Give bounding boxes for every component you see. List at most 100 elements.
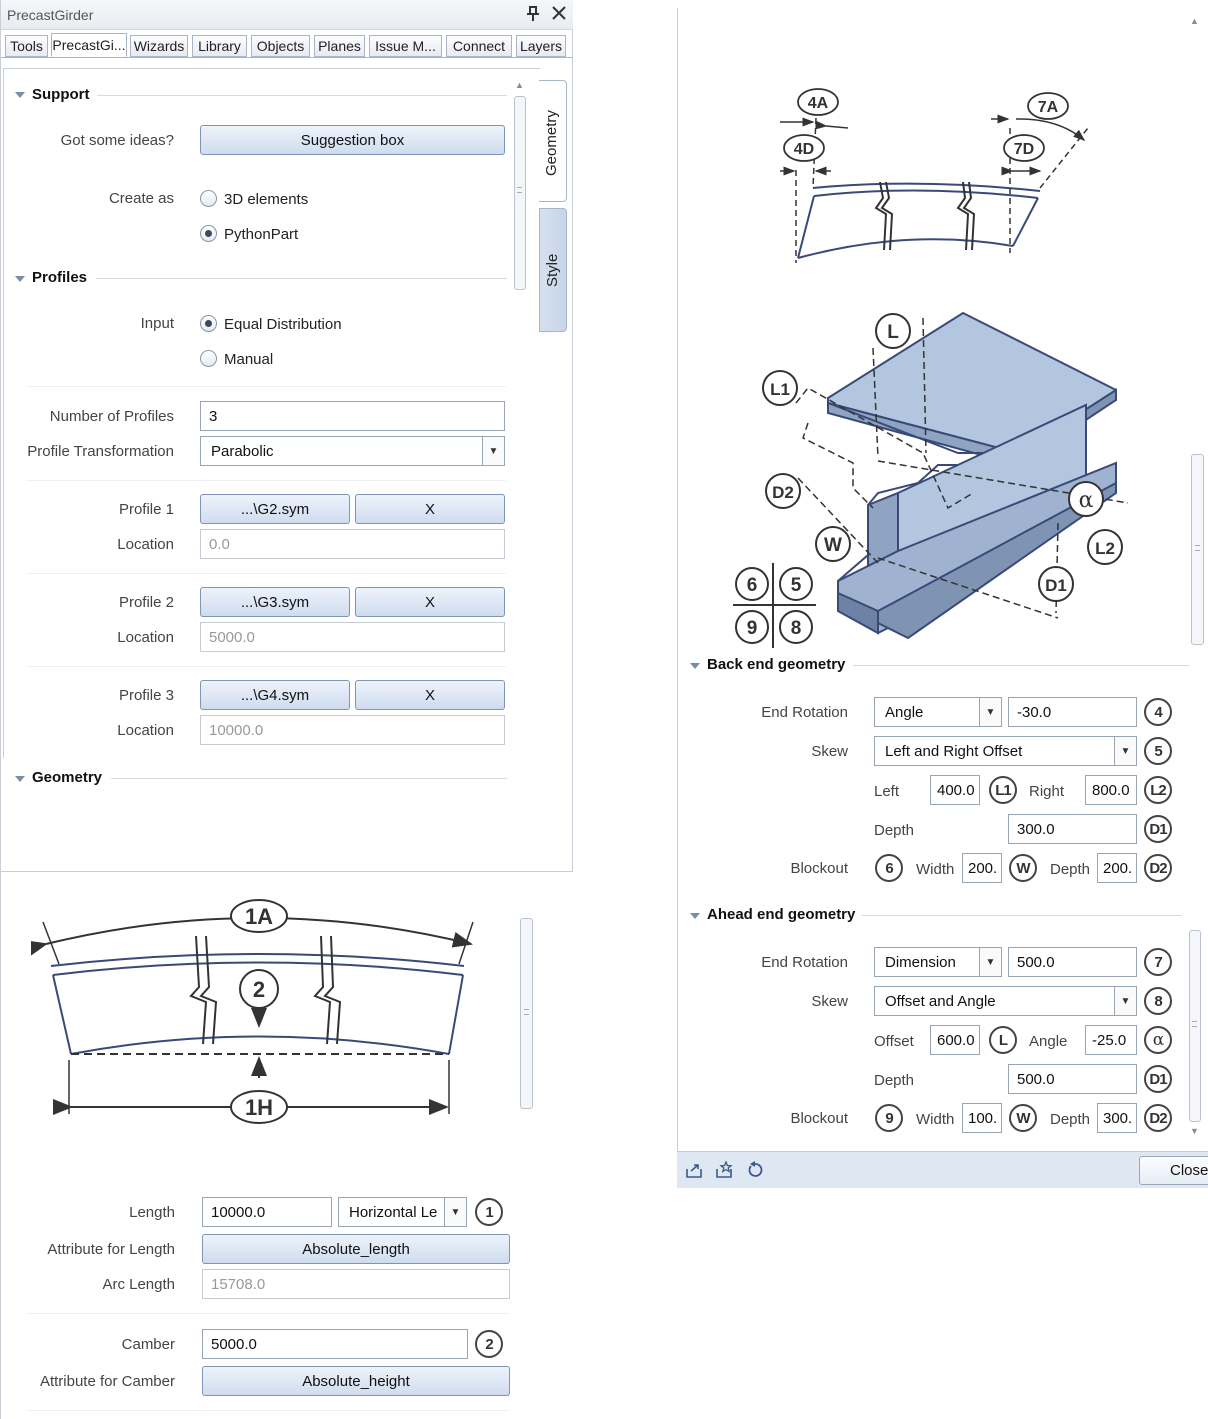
length-input[interactable]: 10000.0 xyxy=(202,1197,332,1227)
scroll-down-icon[interactable]: ▼ xyxy=(1190,1126,1199,1136)
chevron-down-icon[interactable]: ▼ xyxy=(482,437,504,465)
back-skew-marker: 5 xyxy=(1144,737,1172,765)
tab-wizards[interactable]: Wizards xyxy=(130,35,188,57)
ahead-width-label: Width xyxy=(916,1111,955,1128)
window-title: PrecastGirder xyxy=(7,7,94,23)
attr-length-button[interactable]: Absolute_length xyxy=(202,1234,510,1264)
radio-manual-label[interactable]: Manual xyxy=(224,351,273,368)
back-end-header-line xyxy=(853,665,1189,666)
tab-library[interactable]: Library xyxy=(192,35,247,57)
back-bdepth-input[interactable]: 200. xyxy=(1097,853,1137,883)
tab-label: Wizards xyxy=(133,38,185,54)
side-tab-style[interactable]: Style xyxy=(539,208,567,332)
attr-camber-button[interactable]: Absolute_height xyxy=(202,1366,510,1396)
profile-3-file-button[interactable]: ...\G4.sym xyxy=(200,680,350,710)
tab-issue-manager[interactable]: Issue M... xyxy=(369,35,442,57)
tab-connect[interactable]: Connect xyxy=(446,35,512,57)
diagram-label-6: 6 xyxy=(747,575,758,596)
transform-select[interactable]: Parabolic ▼ xyxy=(200,436,505,466)
suggestion-box-button[interactable]: Suggestion box xyxy=(200,125,505,155)
profiles-collapse-icon[interactable] xyxy=(15,276,25,282)
diagram-scrollbar[interactable] xyxy=(520,918,533,1109)
pin-icon[interactable] xyxy=(525,5,541,28)
tab-tools[interactable]: Tools xyxy=(5,35,48,57)
chevron-down-icon[interactable]: ▼ xyxy=(1114,737,1136,765)
tab-layers[interactable]: Layers xyxy=(516,35,566,57)
side-tab-label: Style xyxy=(544,253,561,287)
export-icon[interactable] xyxy=(685,1161,703,1183)
back-skew-select[interactable]: Left and Right Offset ▼ xyxy=(874,736,1137,766)
profiles-header[interactable]: Profiles xyxy=(32,269,87,286)
close-icon[interactable] xyxy=(551,3,567,27)
support-header[interactable]: Support xyxy=(32,86,90,103)
scroll-grip xyxy=(517,187,522,193)
close-button[interactable]: Close xyxy=(1139,1156,1208,1185)
ahead-rotation-input[interactable]: 500.0 xyxy=(1008,947,1137,977)
chevron-down-icon[interactable]: ▼ xyxy=(979,948,1001,976)
diagram-label-l2: L2 xyxy=(1095,539,1115,558)
radio-pythonpart-label[interactable]: PythonPart xyxy=(224,226,298,243)
chevron-down-icon[interactable]: ▼ xyxy=(979,698,1001,726)
num-profiles-input[interactable]: 3 xyxy=(200,401,505,431)
ahead-width-marker: W xyxy=(1009,1104,1037,1132)
panel-scrollbar[interactable] xyxy=(1189,930,1201,1122)
camber-input[interactable]: 5000.0 xyxy=(202,1329,468,1359)
profile-1-file-button[interactable]: ...\G2.sym xyxy=(200,494,350,524)
ahead-depth-input[interactable]: 500.0 xyxy=(1008,1064,1137,1094)
profile-3-clear-button[interactable]: X xyxy=(355,680,505,710)
ahead-width-input[interactable]: 100. xyxy=(962,1103,1002,1133)
back-width-input[interactable]: 200. xyxy=(962,853,1002,883)
scroll-up-icon[interactable]: ▲ xyxy=(1190,16,1199,26)
back-right-input[interactable]: 800.0 xyxy=(1085,775,1137,805)
profile-1-clear-button[interactable]: X xyxy=(355,494,505,524)
tab-precastgirder[interactable]: PrecastGi... xyxy=(51,33,127,57)
back-left-input[interactable]: 400.0 xyxy=(930,775,980,805)
profile-2-file-button[interactable]: ...\G3.sym xyxy=(200,587,350,617)
ahead-offset-input[interactable]: 600.0 xyxy=(930,1025,980,1055)
scrollbar-track[interactable] xyxy=(514,96,526,290)
chevron-down-icon[interactable]: ▼ xyxy=(1114,987,1136,1015)
radio-equal-label[interactable]: Equal Distribution xyxy=(224,316,342,333)
radio-manual[interactable] xyxy=(200,350,217,367)
ahead-bdepth-input[interactable]: 300. xyxy=(1097,1103,1137,1133)
scroll-up-icon[interactable]: ▲ xyxy=(515,80,524,90)
ahead-blockout-marker: 9 xyxy=(875,1104,903,1132)
ahead-end-collapse-icon[interactable] xyxy=(690,913,700,919)
side-tab-geometry[interactable]: Geometry xyxy=(539,80,567,202)
ahead-blockout-label: Blockout xyxy=(790,1110,848,1127)
back-end-collapse-icon[interactable] xyxy=(690,663,700,669)
geometry-collapse-icon[interactable] xyxy=(15,776,25,782)
ahead-skew-value: Offset and Angle xyxy=(885,992,996,1010)
radio-3d-elements[interactable] xyxy=(200,190,217,207)
tab-label: Planes xyxy=(318,38,361,54)
ahead-skew-select[interactable]: Offset and Angle ▼ xyxy=(874,986,1137,1016)
transform-value: Parabolic xyxy=(211,442,274,460)
diagram-label-1a: 1A xyxy=(245,904,273,929)
back-depth-input[interactable]: 300.0 xyxy=(1008,814,1137,844)
geometry-header-line xyxy=(111,778,507,779)
geometry-header[interactable]: Geometry xyxy=(32,769,102,786)
diagram-scrollbar[interactable] xyxy=(1191,454,1204,645)
support-collapse-icon[interactable] xyxy=(15,92,25,98)
tab-planes[interactable]: Planes xyxy=(314,35,365,57)
chevron-down-icon[interactable]: ▼ xyxy=(444,1198,466,1226)
back-end-header[interactable]: Back end geometry xyxy=(707,656,845,673)
profile-2-clear-button[interactable]: X xyxy=(355,587,505,617)
radio-pythonpart[interactable] xyxy=(200,225,217,242)
back-rotation-type-select[interactable]: Angle ▼ xyxy=(874,697,1002,727)
title-bar: PrecastGirder xyxy=(1,0,573,30)
ahead-end-header[interactable]: Ahead end geometry xyxy=(707,906,855,923)
favorite-icon[interactable] xyxy=(715,1160,733,1183)
tab-objects[interactable]: Objects xyxy=(251,35,310,57)
radio-3d-label[interactable]: 3D elements xyxy=(224,191,308,208)
length-type-select[interactable]: Horizontal Le ▼ xyxy=(338,1197,467,1227)
reset-icon[interactable] xyxy=(746,1161,764,1183)
tab-label: Objects xyxy=(256,38,305,54)
left-panel: PrecastGirder Tools PrecastGi... Wizards… xyxy=(0,0,573,872)
camber-marker: 2 xyxy=(475,1330,503,1358)
back-rotation-input[interactable]: -30.0 xyxy=(1008,697,1137,727)
end-rotation-diagram: 4A 4D 7A 7D xyxy=(780,88,1089,263)
ahead-angle-input[interactable]: -25.0 xyxy=(1085,1025,1137,1055)
ahead-rotation-type-select[interactable]: Dimension ▼ xyxy=(874,947,1002,977)
radio-equal-distribution[interactable] xyxy=(200,315,217,332)
